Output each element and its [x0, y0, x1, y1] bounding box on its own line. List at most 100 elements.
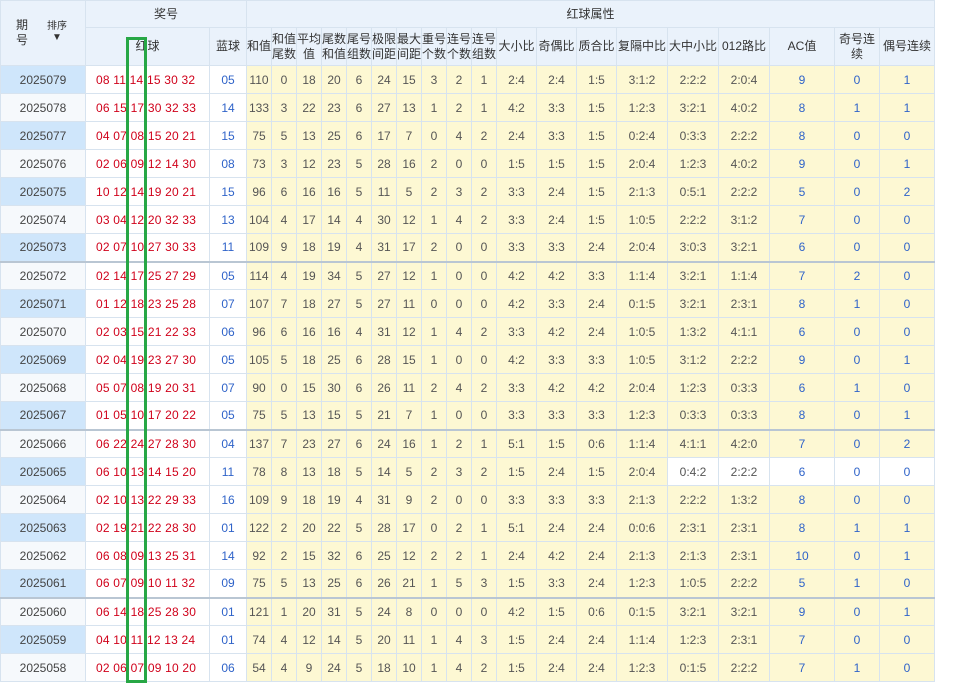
attr-value-cell: 2	[879, 177, 935, 206]
blue-ball-cell: 01	[209, 625, 247, 654]
attr-value-cell: 3	[446, 457, 472, 486]
attr-value-cell: 7	[396, 401, 422, 430]
attr-value-cell: 75	[246, 401, 272, 430]
attr-value-cell: 30	[371, 205, 397, 234]
attr-col-header: 重号个数	[421, 27, 447, 66]
attr-value-cell: 18	[321, 457, 347, 486]
attr-value-cell: 1	[421, 428, 447, 458]
attr-value-cell: 4	[446, 205, 472, 234]
issue-cell: 2025071	[0, 289, 86, 318]
attr-value-cell: 3:3	[536, 485, 577, 514]
attr-value-cell: 1	[834, 653, 880, 682]
attr-value-cell: 73	[246, 149, 272, 178]
attr-value-cell: 0	[879, 653, 935, 682]
attr-value-cell: 17	[396, 233, 422, 262]
attr-value-cell: 23	[321, 149, 347, 178]
attr-value-cell: 2	[834, 260, 880, 290]
attr-value-cell: 2	[471, 317, 497, 346]
attr-value-cell: 10	[396, 653, 422, 682]
attr-value-cell: 5	[271, 569, 297, 598]
attr-value-cell: 0:1:5	[616, 289, 668, 318]
attr-value-cell: 4:1:1	[667, 428, 719, 458]
sort-button[interactable]: 排序 ▼	[47, 21, 67, 43]
attr-value-cell: 74	[246, 625, 272, 654]
attr-value-cell: 0	[471, 233, 497, 262]
attr-value-cell: 1:1:4	[616, 428, 668, 458]
attr-value-cell: 0	[834, 121, 880, 150]
attr-value-cell: 1	[834, 373, 880, 402]
attr-value-cell: 5	[346, 457, 372, 486]
attr-value-cell: 12	[396, 205, 422, 234]
table-row: 2025066 06 22 24 27 28 30 04 137 7 23 27 6 24 16 1…	[0, 428, 935, 458]
attr-value-cell: 9	[769, 596, 835, 626]
attr-value-cell: 2:4	[536, 205, 577, 234]
attr-value-cell: 3:3	[536, 569, 577, 598]
blue-ball-cell: 11	[209, 233, 247, 262]
attr-value-cell: 4:0:2	[718, 149, 770, 178]
attr-value-cell: 2:4	[576, 233, 617, 262]
issue-cell: 2025068	[0, 373, 86, 402]
attr-value-cell: 16	[321, 177, 347, 206]
red-balls-cell: 02 10 13 22 29 33	[85, 485, 210, 514]
table-row: 2025059 04 10 11 12 13 24 01 74 4 12 14 5 20 11 1 4…	[0, 625, 935, 654]
attr-value-cell: 0	[421, 596, 447, 626]
attr-value-cell: 96	[246, 177, 272, 206]
attr-value-cell: 1	[421, 345, 447, 374]
attr-value-cell: 2	[271, 513, 297, 542]
attr-value-cell: 0:6	[576, 596, 617, 626]
attr-value-cell: 2	[421, 373, 447, 402]
attr-value-cell: 20	[371, 625, 397, 654]
attr-value-cell: 0	[446, 345, 472, 374]
attr-value-cell: 25	[321, 345, 347, 374]
table-row: 2025068 05 07 08 19 20 31 07 90 0 15 30 6 26 11 2 4…	[0, 373, 935, 402]
attr-value-cell: 1	[471, 93, 497, 122]
red-balls-cell: 06 07 09 10 11 32	[85, 569, 210, 598]
attr-value-cell: 13	[296, 457, 322, 486]
attr-value-cell: 3:3	[496, 401, 537, 430]
attr-col-header: 最大间距	[396, 27, 422, 66]
attr-value-cell: 0	[421, 289, 447, 318]
attr-value-cell: 18	[296, 345, 322, 374]
attr-value-cell: 6	[346, 541, 372, 570]
attr-value-cell: 0:4:2	[667, 457, 719, 486]
attr-value-cell: 0	[834, 457, 880, 486]
attr-value-cell: 4	[346, 485, 372, 514]
table-row: 2025058 02 06 07 09 10 20 06 54 4 9 24 5 18 10 1 4 2…	[0, 653, 935, 682]
attr-value-cell: 1:5	[576, 65, 617, 94]
attr-value-cell: 1:1:4	[718, 260, 770, 290]
attr-value-cell: 1	[834, 93, 880, 122]
issue-cell: 2025069	[0, 345, 86, 374]
attr-value-cell: 24	[321, 653, 347, 682]
attr-value-cell: 2	[446, 541, 472, 570]
lottery-trend-table-container: 期号 排序 ▼ 奖号 红球属性 红球 蓝球 和值 和值尾数 平均值 尾数和值 尾号组数极…	[0, 0, 965, 684]
sort-arrow-icon: ▼	[52, 32, 62, 43]
attr-value-cell: 15	[396, 345, 422, 374]
red-balls-cell: 02 06 07 09 10 20	[85, 653, 210, 682]
attr-value-cell: 0	[421, 121, 447, 150]
attr-value-cell: 1:2:3	[667, 149, 719, 178]
attr-value-cell: 25	[321, 121, 347, 150]
attr-value-cell: 18	[296, 65, 322, 94]
attr-value-cell: 30	[321, 373, 347, 402]
attr-value-cell: 11	[371, 177, 397, 206]
blue-ball-cell: 16	[209, 485, 247, 514]
attr-value-cell: 4	[271, 260, 297, 290]
attr-value-cell: 7	[769, 428, 835, 458]
lottery-trend-table: 期号 排序 ▼ 奖号 红球属性 红球 蓝球 和值 和值尾数 平均值 尾数和值 尾号组数极…	[0, 0, 935, 682]
attr-value-cell: 2:4	[496, 121, 537, 150]
blue-ball-header: 蓝球	[209, 27, 247, 66]
issue-header-label: 期号	[15, 18, 28, 47]
attr-value-cell: 2:2:2	[718, 345, 770, 374]
attr-value-cell: 4	[446, 653, 472, 682]
attr-value-cell: 2	[421, 457, 447, 486]
attr-value-cell: 4:2	[536, 317, 577, 346]
attr-value-cell: 133	[246, 93, 272, 122]
attr-value-cell: 3:2:1	[718, 596, 770, 626]
attr-value-cell: 6	[271, 177, 297, 206]
red-balls-cell: 06 22 24 27 28 30	[85, 428, 210, 458]
attr-value-cell: 20	[296, 596, 322, 626]
attr-col-header: 复隔中比	[616, 27, 668, 66]
attr-value-cell: 6	[769, 317, 835, 346]
attr-value-cell: 32	[321, 541, 347, 570]
attr-value-cell: 8	[769, 289, 835, 318]
